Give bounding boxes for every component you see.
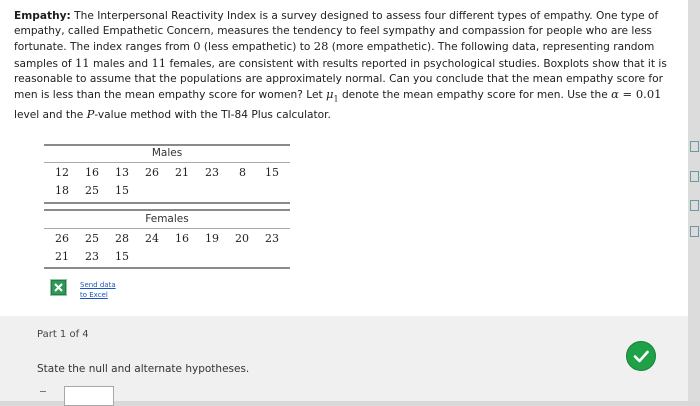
table-cell: 8 — [239, 166, 246, 179]
value-28: 28 — [313, 39, 329, 54]
send-data-link[interactable]: Send data to Excel — [80, 280, 120, 300]
table-cell: 16 — [85, 166, 99, 179]
side-icon[interactable] — [690, 226, 699, 237]
females-header: Females — [145, 213, 189, 225]
send-data-line2[interactable]: to Excel — [80, 290, 120, 300]
part-instruction: State the null and alternate hypotheses. — [37, 363, 250, 375]
table-cell: 26 — [145, 166, 159, 179]
table-cell: 21 — [55, 250, 69, 263]
excel-icon[interactable] — [50, 279, 67, 296]
table-cell: 15 — [265, 166, 279, 179]
table-cell: 23 — [205, 166, 219, 179]
value-11-females: 11 — [151, 55, 167, 70]
problem-text-2: (less empathetic) to — [200, 41, 314, 54]
value-11-males: 11 — [74, 55, 90, 70]
side-icon[interactable] — [690, 171, 699, 182]
males-header: Males — [151, 147, 183, 159]
answer-input[interactable] — [64, 386, 114, 406]
problem-text-7: level and the — [14, 108, 87, 121]
problem-statement: Empathy: The Interpersonal Reactivity In… — [14, 9, 682, 123]
alpha-expression: α = 0.01 — [611, 87, 662, 102]
table-cell: 25 — [85, 232, 99, 245]
table-cell: 13 — [115, 166, 129, 179]
send-data-line1[interactable]: Send data — [80, 280, 120, 290]
table-cell: 20 — [235, 232, 249, 245]
table-cell: 18 — [55, 184, 69, 197]
table-cell: 28 — [115, 232, 129, 245]
table-cell: 26 — [55, 232, 69, 245]
table-cell: 23 — [85, 250, 99, 263]
females-table: Females 26 25 28 24 16 19 20 23 21 23 15 — [44, 209, 290, 271]
side-icon[interactable] — [690, 141, 699, 152]
check-icon[interactable] — [626, 341, 656, 371]
table-cell: 25 — [85, 184, 99, 197]
table-cell: 15 — [115, 184, 129, 197]
table-cell: 12 — [55, 166, 69, 179]
table-cell: 24 — [145, 232, 159, 245]
side-icon[interactable] — [690, 200, 699, 211]
problem-text-8: -value method with the TI-84 Plus calcul… — [94, 108, 331, 121]
table-cell: 16 — [175, 232, 189, 245]
part-label: Part 1 of 4 — [37, 329, 89, 340]
table-cell: 23 — [265, 232, 279, 245]
mu-symbol: μ1 — [326, 87, 339, 104]
dash-mark — [40, 391, 46, 392]
problem-text-6: denote the mean empathy score for men. U… — [338, 89, 612, 102]
table-cell: 21 — [175, 166, 189, 179]
table-cell: 19 — [205, 232, 219, 245]
value-0: 0 — [193, 39, 201, 54]
problem-panel: Empathy: The Interpersonal Reactivity In… — [0, 0, 688, 316]
table-cell: 15 — [115, 250, 129, 263]
part-panel: Part 1 of 4 State the null and alternate… — [0, 316, 688, 406]
problem-text-4: males and — [89, 57, 152, 70]
males-table: Males 12 16 13 26 21 23 8 15 18 25 15 — [44, 144, 290, 206]
problem-title: Empathy: — [14, 10, 71, 22]
